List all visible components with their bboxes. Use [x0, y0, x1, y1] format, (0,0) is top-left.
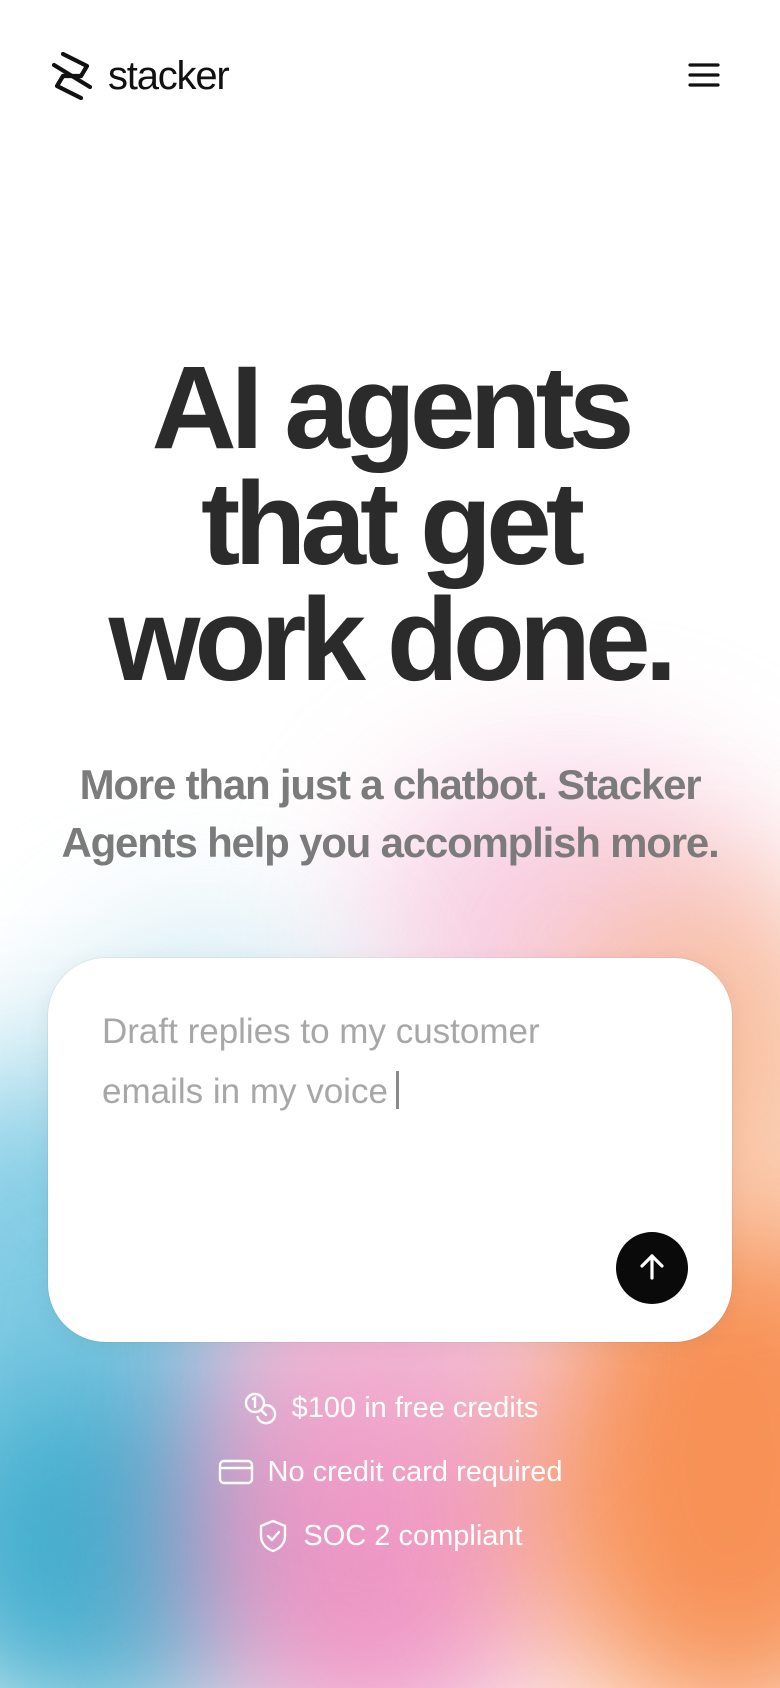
hero-title-line: that get	[200, 458, 585, 590]
prompt-placeholder: Draft replies to my customer emails in m…	[102, 1012, 540, 1111]
perk-no-credit-card: No credit card required	[0, 1440, 780, 1504]
perk-label: $100 in free credits	[291, 1391, 539, 1424]
stacker-logo-icon	[48, 51, 96, 101]
perks-list: $100 in free credits No credit card requ…	[0, 1376, 780, 1568]
coins-icon	[242, 1390, 278, 1426]
perk-free-credits: $100 in free credits	[0, 1376, 780, 1440]
credit-card-icon	[218, 1458, 254, 1486]
hero-title-line: work done.	[108, 574, 678, 706]
perk-soc2-compliant: SOC 2 compliant	[0, 1504, 780, 1568]
hero-title-line: AI agents	[151, 342, 634, 474]
prompt-input-card[interactable]: Draft replies to my customer emails in m…	[48, 958, 732, 1342]
text-caret	[395, 1071, 399, 1109]
site-header: stacker	[48, 48, 732, 104]
shield-check-icon	[257, 1518, 289, 1554]
arrow-up-icon	[637, 1252, 667, 1285]
hero-title: AI agents that get work done.	[0, 342, 780, 706]
perk-label: No credit card required	[267, 1455, 563, 1488]
hamburger-menu-icon	[687, 61, 721, 92]
brand-home-link[interactable]: stacker	[48, 51, 230, 101]
send-button[interactable]	[616, 1232, 688, 1304]
brand-name: stacker	[108, 53, 230, 98]
hero-subtitle: More than just a chatbot. Stacker Agents…	[61, 761, 719, 866]
menu-button[interactable]	[676, 48, 732, 104]
prompt-input[interactable]: Draft replies to my customer emails in m…	[102, 1002, 642, 1122]
perk-label: SOC 2 compliant	[303, 1519, 523, 1552]
page-content: stacker AI agents that get work done. Mo…	[0, 0, 780, 1688]
